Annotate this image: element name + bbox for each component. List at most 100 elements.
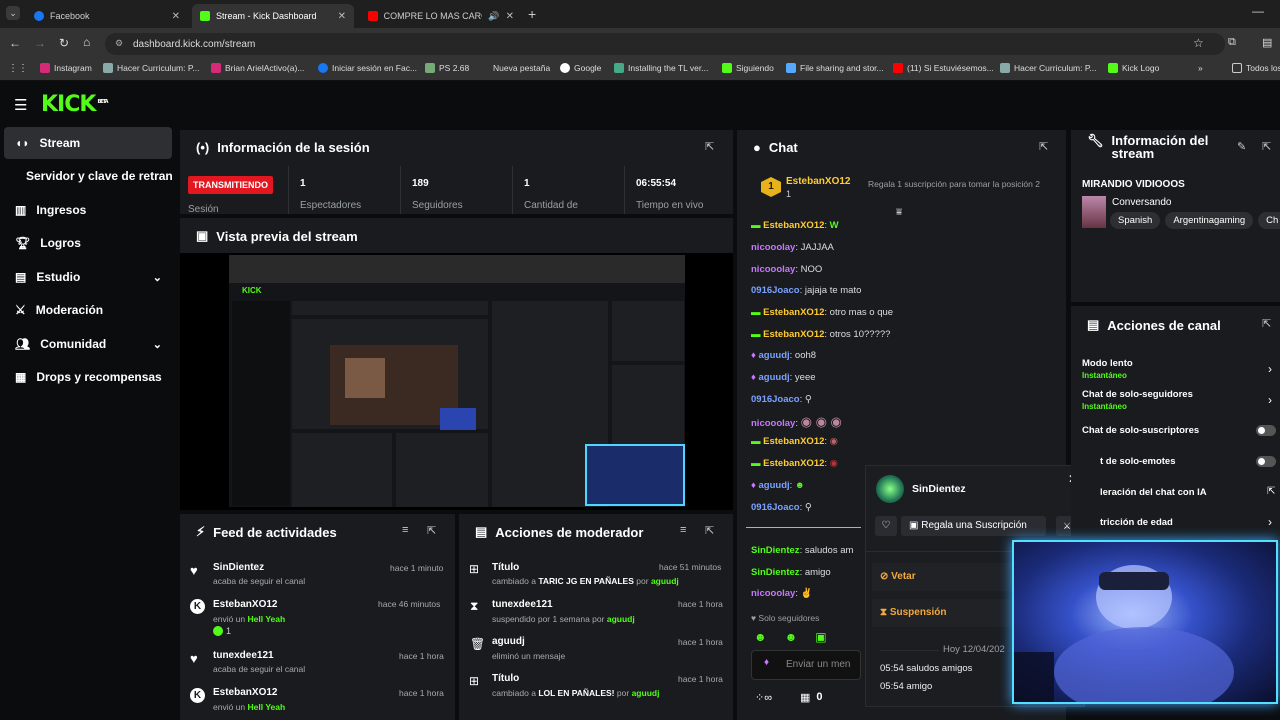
emote-icon: ⚲ [804, 394, 812, 405]
popout-icon[interactable]: ⇱ [1262, 140, 1271, 153]
pin-toggle-icon[interactable]: ⩸ [896, 207, 902, 218]
popout-icon[interactable]: ⇱ [1262, 317, 1271, 330]
popout-icon[interactable]: ⇱ [705, 524, 714, 537]
feed-item-name[interactable]: tunexdee121 [213, 650, 274, 661]
bookmark-folder[interactable]: Todos los [1232, 63, 1280, 73]
sidebar-item-drops[interactable]: ▦ Drops y recompensas [4, 361, 172, 393]
hamburger-menu-icon[interactable]: ☰ [14, 96, 27, 114]
back-arrow-icon[interactable]: ← [9, 36, 21, 50]
tab-youtube[interactable]: COMPRE LO MAS CARO EN 🔊 ✕ [360, 4, 522, 28]
minimize-window-button[interactable]: — [1252, 4, 1264, 18]
close-tab-icon[interactable]: ✕ [506, 11, 514, 22]
title-change-icon: ⊞ [469, 674, 480, 688]
sidebar-item-server-key[interactable]: Servidor y clave de retransm [4, 160, 172, 192]
chevron-right-icon[interactable]: › [1268, 393, 1272, 407]
home-icon[interactable]: ⌂ [83, 35, 90, 49]
subs-chat-toggle[interactable] [1256, 425, 1276, 436]
kick-favicon-icon [200, 11, 210, 21]
feed-item-name[interactable]: EstebanXO12 [213, 599, 277, 610]
bookmark-kick-logo[interactable]: Kick Logo [1108, 63, 1159, 73]
tab-kick-dashboard[interactable]: Stream - Kick Dashboard ✕ [192, 4, 354, 28]
user-card-name[interactable]: SinDientez [912, 483, 966, 495]
site-info-icon[interactable]: ⚙ [115, 38, 123, 49]
lightning-icon: ⚡︎ [196, 524, 206, 539]
share-icon [786, 63, 796, 73]
bookmark-curriculum-2[interactable]: Hacer Curriculum: P... [1000, 63, 1097, 73]
emote-quick-bar[interactable]: ☻☻▣ [754, 630, 845, 644]
emotes-chat-toggle[interactable] [1256, 456, 1276, 467]
apps-grid-icon[interactable]: ⋮⋮ [8, 63, 28, 74]
extensions-icon[interactable]: ⧉ [1228, 36, 1236, 49]
category-name[interactable]: Conversando [1112, 197, 1171, 208]
pinned-user[interactable]: EstebanXO12 [786, 176, 850, 187]
more-bookmarks-icon[interactable]: » [1198, 63, 1203, 73]
close-tab-icon[interactable]: ✕ [338, 11, 346, 22]
bookmark-youtube[interactable]: (11) Si Estuviésemos... [893, 63, 994, 73]
emote-icon: ⚲ [804, 502, 812, 513]
forward-arrow-icon[interactable]: → [34, 36, 46, 50]
bookmark-ps[interactable]: PS 2.68 [425, 63, 469, 73]
settings-infinity-icon[interactable]: ⁘∞ [755, 691, 772, 704]
tag-chip[interactable]: Ch [1258, 212, 1280, 229]
tab-list-chevron-icon[interactable]: ⌄ [6, 6, 20, 20]
trophy-icon: 🏆︎ [15, 236, 31, 250]
kick-gift-icon: K [190, 688, 205, 703]
bookmark-file-sharing[interactable]: File sharing and stor... [786, 63, 884, 73]
stream-preview-title: ▣ Vista previa del stream [196, 228, 358, 244]
kick-logo[interactable]: KICK BETA [41, 92, 109, 117]
reload-icon[interactable]: ↻ [59, 36, 69, 50]
bookmark-siguiendo[interactable]: Siguiendo [722, 63, 774, 73]
bookmark-installing[interactable]: Installing the TL ver... [614, 63, 708, 73]
address-bar[interactable]: ⚙ dashboard.kick.com/stream [105, 33, 1225, 55]
sidebar-item-ingresos[interactable]: ▥ Ingresos [4, 194, 172, 226]
filter-icon[interactable]: ≡ [680, 524, 686, 536]
tab-facebook[interactable]: Facebook ✕ [26, 4, 188, 28]
bookmark-brian[interactable]: Brian ArielActivo(a)... [211, 63, 304, 73]
close-tab-icon[interactable]: ✕ [172, 11, 180, 22]
popout-icon[interactable]: ⇱ [705, 140, 714, 153]
feed-item-name[interactable]: SinDientez [213, 562, 264, 573]
bookmark-facebook-login[interactable]: Iniciar sesión en Fac... [318, 63, 417, 73]
bookmark-star-icon[interactable]: ☆ [1193, 36, 1204, 50]
kick-header [0, 82, 1280, 126]
sidebar-item-comunidad[interactable]: 👥︎ Comunidad ⌄ [4, 328, 172, 360]
edit-pencil-icon[interactable]: ✎ [1237, 140, 1246, 153]
mod-item-name[interactable]: tunexdee121 [492, 599, 553, 610]
page-icon [1000, 63, 1010, 73]
filter-icon[interactable]: ≡ [402, 524, 408, 536]
bookmark-nueva-pestana[interactable]: Nueva pestaña [493, 63, 550, 73]
sidebar-item-estudio[interactable]: ▤ Estudio ⌄ [4, 261, 172, 293]
speaker-icon[interactable]: 🔊 [488, 11, 499, 22]
count-label: Cantidad de [524, 200, 578, 211]
slow-mode-label: Modo lento [1082, 358, 1133, 369]
followers-only-notice: ♥ Solo seguidores [751, 613, 820, 623]
sidebar-item-logros[interactable]: 🏆︎ Logros [4, 227, 172, 259]
sidebar-item-stream[interactable]: ◖◗ Stream [4, 127, 172, 159]
follow-heart-button[interactable]: ♡ [875, 516, 897, 536]
feed-item-name[interactable]: EstebanXO12 [213, 687, 277, 698]
mod-item-name[interactable]: aguudj [492, 636, 525, 647]
tag-chip[interactable]: Spanish [1110, 212, 1161, 229]
profile-icon[interactable]: ▤ [1262, 36, 1272, 49]
gift-sub-button[interactable]: ▣ Regala una Suscripción [901, 516, 1046, 536]
chevron-right-icon[interactable]: › [1268, 362, 1272, 376]
chat-input[interactable]: ♦ Enviar un men [751, 650, 861, 680]
sidebar-item-moderacion[interactable]: ⚔ Moderación [4, 294, 172, 326]
ban-button[interactable]: ⊘ Vetar [872, 563, 1012, 591]
new-tab-button[interactable]: + [528, 6, 536, 22]
timeout-button[interactable]: ⧗ Suspensión [872, 599, 1012, 627]
popout-icon[interactable]: ⇱ [1039, 140, 1048, 153]
bookmark-google[interactable]: Google [560, 63, 601, 73]
popout-icon[interactable]: ⇱ [427, 524, 436, 537]
chevron-right-icon[interactable]: › [1268, 515, 1272, 529]
shop-icon[interactable]: ▦ [800, 691, 810, 704]
stream-tags: Spanish Argentinagaming Ch [1110, 212, 1280, 229]
new-messages-divider [746, 527, 861, 528]
bookmark-instagram[interactable]: Instagram [40, 63, 92, 73]
stream-preview-video[interactable]: KICK [180, 253, 733, 510]
log-date: Hoy 12/04/202 [939, 644, 1009, 655]
bookmark-curriculum[interactable]: Hacer Curriculum: P... [103, 63, 200, 73]
tag-chip[interactable]: Argentinagaming [1165, 212, 1254, 229]
subs-chat-label: Chat de solo-suscriptores [1082, 425, 1200, 436]
external-link-icon[interactable]: ⇱ [1267, 486, 1275, 497]
